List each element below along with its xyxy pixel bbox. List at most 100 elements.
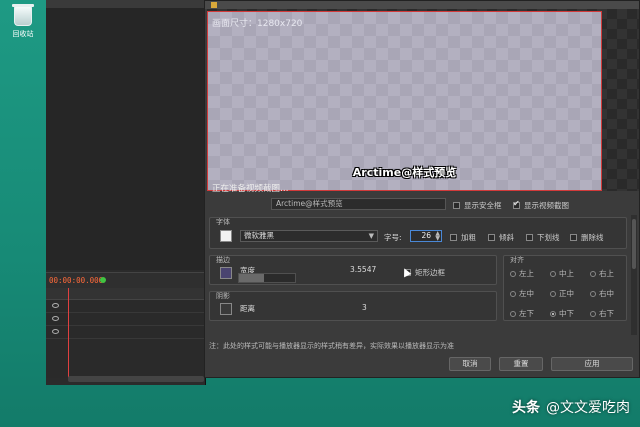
italic-label: 倾斜 [499, 233, 514, 242]
font-name-value: 微软雅黑 [244, 231, 274, 240]
apply-button[interactable]: 应用 [551, 357, 633, 371]
align-label: 中上 [559, 269, 574, 278]
font-size-stepper[interactable]: 26 ▲ ▼ [410, 230, 442, 242]
recycle-bin[interactable]: 回收站 [6, 4, 40, 39]
align-top-left[interactable]: 左上 [510, 268, 534, 279]
cancel-button[interactable]: 取消 [449, 357, 491, 371]
align-top-right[interactable]: 右上 [590, 268, 614, 279]
video-snapshot-checkbox[interactable]: 显示视频截图 [513, 199, 569, 211]
style-dialog: 画面尺寸：1280x720 Arctime@样式预览 正在准备视频截图… Arc… [204, 0, 640, 378]
safe-frame-checkbox[interactable]: 显示安全框 [453, 200, 502, 211]
timeline-header: 00:00:00.000 [46, 272, 206, 288]
dialog-titlebar [205, 1, 639, 9]
track-row[interactable] [46, 313, 206, 326]
align-group: 对齐 左上 中上 右上 左中 正中 右中 左下 中下 右下 [503, 255, 627, 321]
radio-icon[interactable] [550, 271, 556, 277]
recycle-bin-icon [12, 4, 34, 26]
radio-icon[interactable] [550, 311, 556, 317]
align-label: 中下 [559, 309, 574, 318]
align-group-title: 对齐 [510, 256, 524, 264]
bold-label: 加粗 [461, 233, 476, 242]
radio-icon[interactable] [550, 291, 556, 297]
shadow-group-title: 阴影 [216, 292, 230, 300]
timeline-tracks[interactable] [46, 300, 206, 378]
reset-button[interactable]: 重置 [499, 357, 543, 371]
font-color-swatch[interactable] [220, 230, 232, 242]
underline-checkbox[interactable]: 下划线 [526, 232, 560, 243]
track-row[interactable] [46, 300, 206, 313]
font-size-value: 26 [421, 231, 431, 240]
status-dot-icon [100, 277, 106, 283]
checkbox-box[interactable] [570, 234, 577, 241]
timeline-ruler[interactable] [46, 288, 206, 300]
subtitle-preview-text: Arctime@样式预览 [352, 166, 457, 179]
eye-icon[interactable] [52, 329, 59, 334]
scrollbar-thumb[interactable] [632, 219, 636, 269]
rect-border-label: 矩形边框 [415, 268, 445, 277]
radio-icon[interactable] [510, 291, 516, 297]
chevron-down-icon: ▼ [368, 232, 374, 240]
preview-canvas: 画面尺寸：1280x720 Arctime@样式预览 正在准备视频截图… [207, 9, 639, 194]
shadow-distance-value: 3 [362, 303, 367, 312]
italic-checkbox[interactable]: 倾斜 [488, 232, 514, 243]
editor-window: 00:00:00.000 [46, 0, 206, 385]
underline-label: 下划线 [537, 233, 560, 242]
align-label: 右下 [599, 309, 614, 318]
strikethrough-label: 删除线 [581, 233, 604, 242]
stroke-group-title: 描边 [216, 256, 230, 264]
align-label: 左上 [519, 269, 534, 278]
strikethrough-checkbox[interactable]: 删除线 [570, 232, 604, 243]
editor-preview [46, 8, 206, 270]
watermark: 头条 @文文爱吃肉 [512, 397, 630, 417]
video-snapshot-label: 显示视频截图 [524, 201, 569, 210]
align-bottom-right[interactable]: 右下 [590, 308, 614, 319]
stroke-width-value: 3.5547 [350, 265, 377, 274]
align-bottom-center[interactable]: 中下 [550, 308, 574, 319]
preview-text-input[interactable]: Arctime@样式预览 [271, 198, 446, 210]
checkbox-box[interactable] [450, 234, 457, 241]
align-top-center[interactable]: 中上 [550, 268, 574, 279]
track-row[interactable] [46, 326, 206, 339]
shadow-distance-label: 距离 [240, 304, 255, 313]
app-icon [211, 2, 217, 8]
radio-icon[interactable] [590, 311, 596, 317]
radio-icon[interactable] [590, 271, 596, 277]
font-name-select[interactable]: 微软雅黑 ▼ [240, 230, 378, 242]
stroke-width-fill [239, 274, 265, 282]
watermark-handle: @文文爱吃肉 [546, 400, 630, 416]
editor-titlebar [46, 0, 205, 8]
font-group-title: 字体 [216, 218, 230, 226]
align-label: 左下 [519, 309, 534, 318]
align-middle-center[interactable]: 正中 [550, 288, 574, 299]
style-note: 注：此处的样式可能与播放器显示的样式稍有差异，实际效果以播放器显示为准 [209, 342, 454, 350]
timecode: 00:00:00.000 [49, 276, 104, 285]
align-middle-right[interactable]: 右中 [590, 288, 614, 299]
shadow-group: 阴影 距离 3 [209, 291, 497, 321]
canvas-size-label: 画面尺寸：1280x720 [212, 19, 303, 29]
settings-scrollbar[interactable] [631, 215, 637, 335]
recycle-bin-label: 回收站 [12, 30, 34, 38]
align-label: 正中 [559, 289, 574, 298]
font-group: 字体 微软雅黑 ▼ 字号: 26 ▲ ▼ 加粗 倾斜 下划线 删除线 [209, 217, 627, 249]
align-label: 左中 [519, 289, 534, 298]
timeline-scrollbar[interactable] [68, 376, 204, 382]
stroke-color-swatch[interactable] [220, 267, 232, 279]
eye-icon[interactable] [52, 316, 59, 321]
stepper-arrows-icon[interactable]: ▲ ▼ [435, 231, 440, 242]
playhead[interactable] [68, 288, 69, 380]
bold-checkbox[interactable]: 加粗 [450, 232, 476, 243]
checkbox-box[interactable] [526, 234, 533, 241]
radio-icon[interactable] [590, 291, 596, 297]
checkbox-box[interactable] [453, 202, 460, 209]
checkbox-box[interactable] [513, 199, 520, 209]
align-label: 右中 [599, 289, 614, 298]
radio-icon[interactable] [510, 311, 516, 317]
font-size-label: 字号: [384, 233, 402, 242]
shadow-color-swatch[interactable] [220, 303, 232, 315]
eye-icon[interactable] [52, 303, 59, 308]
align-middle-left[interactable]: 左中 [510, 288, 534, 299]
align-bottom-left[interactable]: 左下 [510, 308, 534, 319]
stroke-width-slider[interactable] [238, 273, 296, 283]
checkbox-box[interactable] [488, 234, 495, 241]
radio-icon[interactable] [510, 271, 516, 277]
